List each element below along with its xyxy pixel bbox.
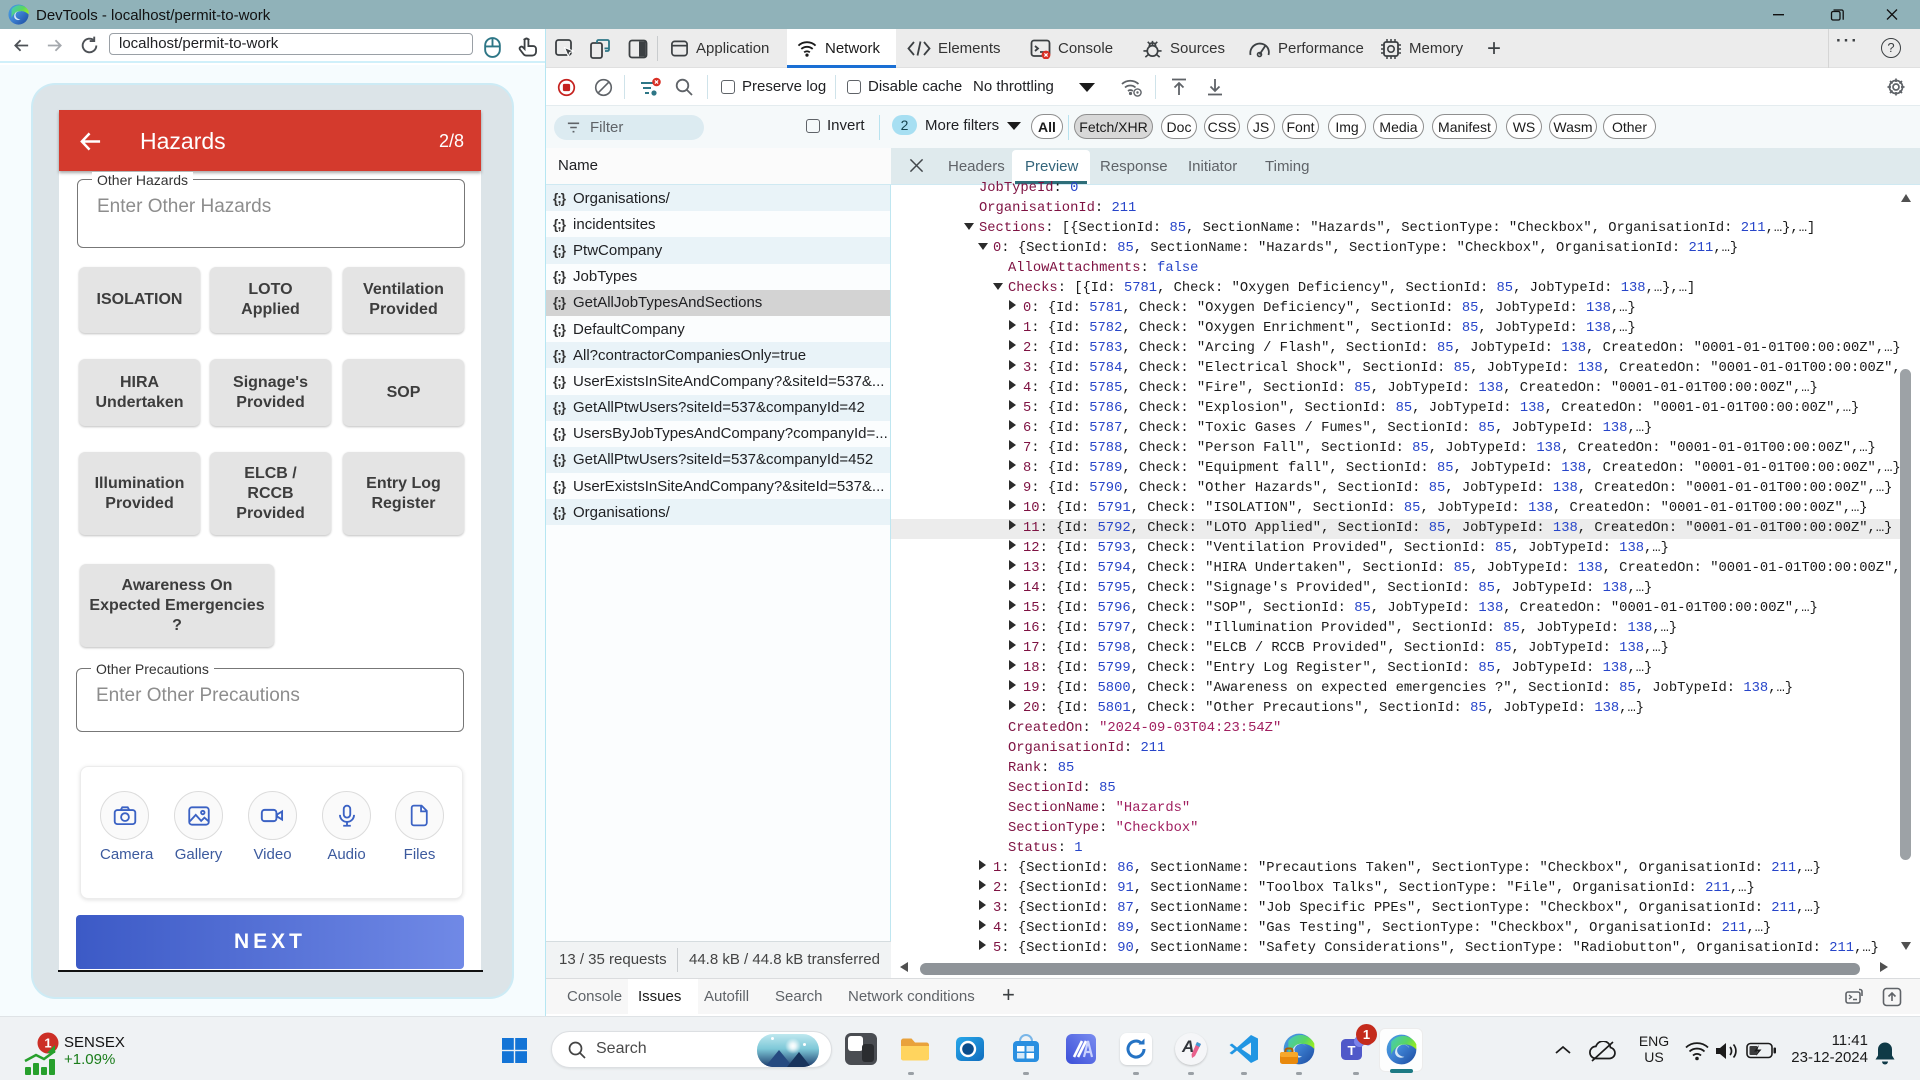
svg-text:1: 1 (44, 1036, 51, 1051)
svg-text:T: T (1348, 1043, 1356, 1058)
